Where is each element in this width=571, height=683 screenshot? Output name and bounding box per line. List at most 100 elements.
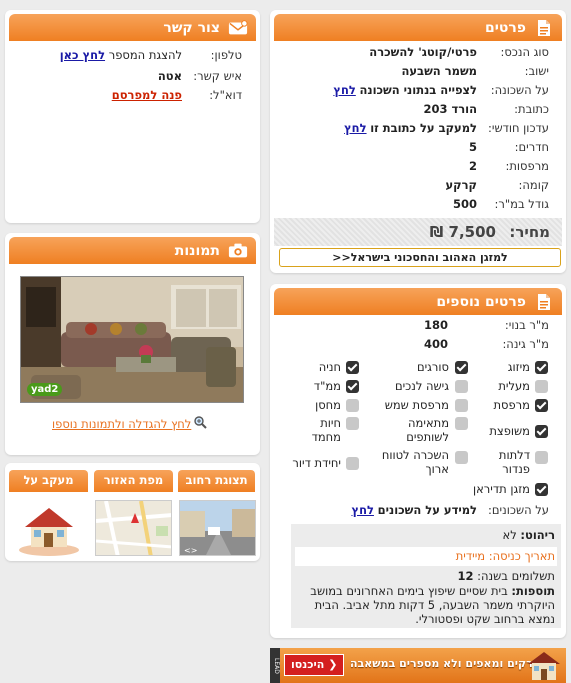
locality-label: ישוב: xyxy=(524,64,549,78)
contact-title: צור קשר xyxy=(163,19,220,36)
neighbors-label: על השכונים: xyxy=(488,503,549,517)
banner-side-text: LEAD xyxy=(273,657,280,674)
yad2-watermark: yad2 xyxy=(27,383,63,396)
furniture-label: ריהוט: xyxy=(520,528,555,542)
more-details-title: פרטים נוספים xyxy=(436,293,526,310)
feature-checkbox-elevator xyxy=(535,380,548,393)
payments-row: תשלומים בשנה: 12 xyxy=(297,569,555,583)
svg-text:<>: <> xyxy=(184,546,197,555)
monthly-update-label: עדכון חודשי: xyxy=(488,121,549,135)
mortgage-button-label: למזגן האהוב והחסכוני בישראל<< xyxy=(332,251,508,264)
feature-parking: חניה xyxy=(318,360,341,374)
neighbors-text: למידע על השכונים xyxy=(377,503,477,517)
feature-sun-balcony: מרפסת שמש xyxy=(384,398,449,412)
tab-street-view-label: תצוגת רחוב xyxy=(185,473,248,487)
feature-checkbox-sun-balcony xyxy=(455,399,468,412)
additions-row: תוספות: בית שסיים שיפוץ בימים האחרונים ב… xyxy=(297,584,555,626)
mortgage-button[interactable]: למזגן האהוב והחסכוני בישראל<< xyxy=(279,248,561,267)
built-area-value: 180 xyxy=(423,318,448,332)
floor-label: קומה: xyxy=(518,178,550,192)
details-title: פרטים xyxy=(484,19,526,36)
area-map-thumbnail[interactable] xyxy=(95,500,172,556)
monthly-update-row: למעקב על כתובת זו לחץ xyxy=(344,121,477,135)
feature-elevator: מעלית xyxy=(498,379,530,393)
phone-reveal-link[interactable]: לחץ כאן xyxy=(60,48,105,62)
floor-value: קרקע xyxy=(445,178,477,192)
neighborhood-link[interactable]: לחץ xyxy=(333,83,355,97)
tab-area-map-label: מפת האזור xyxy=(103,473,164,487)
phone-text: להצגת המספר xyxy=(108,48,182,62)
entry-date-value: מיידית xyxy=(455,549,486,563)
banner-enter-button[interactable]: ❮היכנסו xyxy=(284,654,345,676)
envelope-icon xyxy=(228,18,248,38)
neighbors-row: למידע על השכונים לחץ xyxy=(351,503,477,517)
magnifier-icon xyxy=(194,416,208,432)
banner-side-tag: LEAD xyxy=(270,648,280,683)
feature-accessibility: גישה לנכים xyxy=(394,379,449,393)
garden-area-label: מ"ר גינה: xyxy=(502,337,549,351)
ad-banner[interactable]: LEAD ❮היכנסו בורקים ומאפים ולא מספרים במ… xyxy=(270,648,566,683)
garden-area-value: 400 xyxy=(423,337,448,351)
address-value: הורד 203 xyxy=(423,102,477,116)
feature-pandor-doors: דלתות פנדור xyxy=(498,448,530,476)
feature-checkbox-parking xyxy=(346,361,359,374)
house-icon xyxy=(526,650,562,681)
rooms-value: 5 xyxy=(468,140,477,154)
contact-person-value: אטה xyxy=(157,69,182,83)
property-type-label: סוג הנכס: xyxy=(500,45,549,59)
built-area-label: מ"ר בנוי: xyxy=(504,318,549,332)
feature-ac: מיזוג xyxy=(507,360,530,374)
furniture-value: לא xyxy=(502,528,517,542)
more-details-panel: פרטים נוספים מ"ר בנוי: 180 מ"ר גינה: 400… xyxy=(270,284,566,638)
phone-label: טלפון: xyxy=(210,48,242,62)
phone-row: להצגת המספר לחץ כאן xyxy=(60,48,182,62)
contact-advertiser-link[interactable]: פנה למפרסם xyxy=(112,88,182,102)
email-label: דוא"ל: xyxy=(209,88,242,102)
street-view-thumbnail[interactable]: <> xyxy=(179,500,256,556)
feature-checkbox-ac xyxy=(535,361,548,374)
feature-checkbox-long-term xyxy=(455,451,468,464)
feature-checkbox-roommates xyxy=(455,417,468,430)
payments-label: תשלומים בשנה: xyxy=(477,569,555,583)
property-photo[interactable]: yad2 xyxy=(20,276,244,403)
enlarge-photos-link[interactable]: לחץ להגדלה ולתמונות נוספו xyxy=(52,416,208,432)
feature-checkbox-tadiran-ac xyxy=(535,483,548,496)
details-panel: פרטים סוג הנכס: פרטי/קוטג' להשכרה ישוב: … xyxy=(270,10,566,273)
feature-checkbox-balcony xyxy=(535,399,548,412)
feature-safe-room: ממ"ד xyxy=(313,379,341,393)
neighborhood-row: לצפייה בנתוני השכונה לחץ xyxy=(333,83,477,97)
feature-bars: סורגים xyxy=(416,360,449,374)
furniture-row: ריהוט: לא xyxy=(297,528,555,547)
monthly-update-link[interactable]: לחץ xyxy=(344,121,366,135)
neighbors-link[interactable]: לחץ xyxy=(351,503,373,517)
tab-street-view[interactable]: תצוגת רחוב xyxy=(178,470,255,492)
feature-checkbox-safe-room xyxy=(346,380,359,393)
feature-checkbox-bars xyxy=(455,361,468,374)
rooms-label: חדרים: xyxy=(514,140,549,154)
contact-header: צור קשר xyxy=(9,14,256,41)
balconies-value: 2 xyxy=(468,159,477,173)
tab-area-map[interactable]: מפת האזור xyxy=(94,470,173,492)
address-label: כתובת: xyxy=(514,102,549,116)
property-tracking-thumbnail[interactable] xyxy=(11,500,88,556)
feature-long-term: השכרה לטווח ארוך xyxy=(381,448,449,476)
neighborhood-text: לצפייה בנתוני השכונה xyxy=(359,83,477,97)
document-icon xyxy=(534,18,554,38)
neighborhood-label: על השכונה: xyxy=(490,83,549,97)
extra-info-box: ריהוט: לא תאריך כניסה: מיידית תשלומים בש… xyxy=(291,524,561,628)
camera-icon xyxy=(228,241,248,261)
entry-date-row: תאריך כניסה: מיידית xyxy=(295,547,557,566)
locality-value: משמר השבעה xyxy=(401,64,478,78)
banner-text: בורקים ומאפים ולא מספרים במשאבה xyxy=(350,657,544,670)
tab-property-tracking[interactable]: מעקב על הנכס xyxy=(9,470,88,492)
payments-value: 12 xyxy=(457,569,474,583)
property-type-value: פרטי/קוטג' להשכרה xyxy=(369,45,477,59)
feature-balcony: מרפסת xyxy=(493,398,530,412)
photos-title: תמונות xyxy=(174,242,220,259)
feature-checkbox-pandor-doors xyxy=(535,451,548,464)
price-box: מחיר: 7,500 ₪ xyxy=(274,218,562,246)
price-value: 7,500 ₪ xyxy=(429,223,496,241)
feature-checkbox-accessibility xyxy=(455,380,468,393)
feature-housing-unit: יחידת דיור xyxy=(292,456,341,470)
contact-panel: צור קשר טלפון: להצגת המספר לחץ כאן איש ק… xyxy=(5,10,260,223)
